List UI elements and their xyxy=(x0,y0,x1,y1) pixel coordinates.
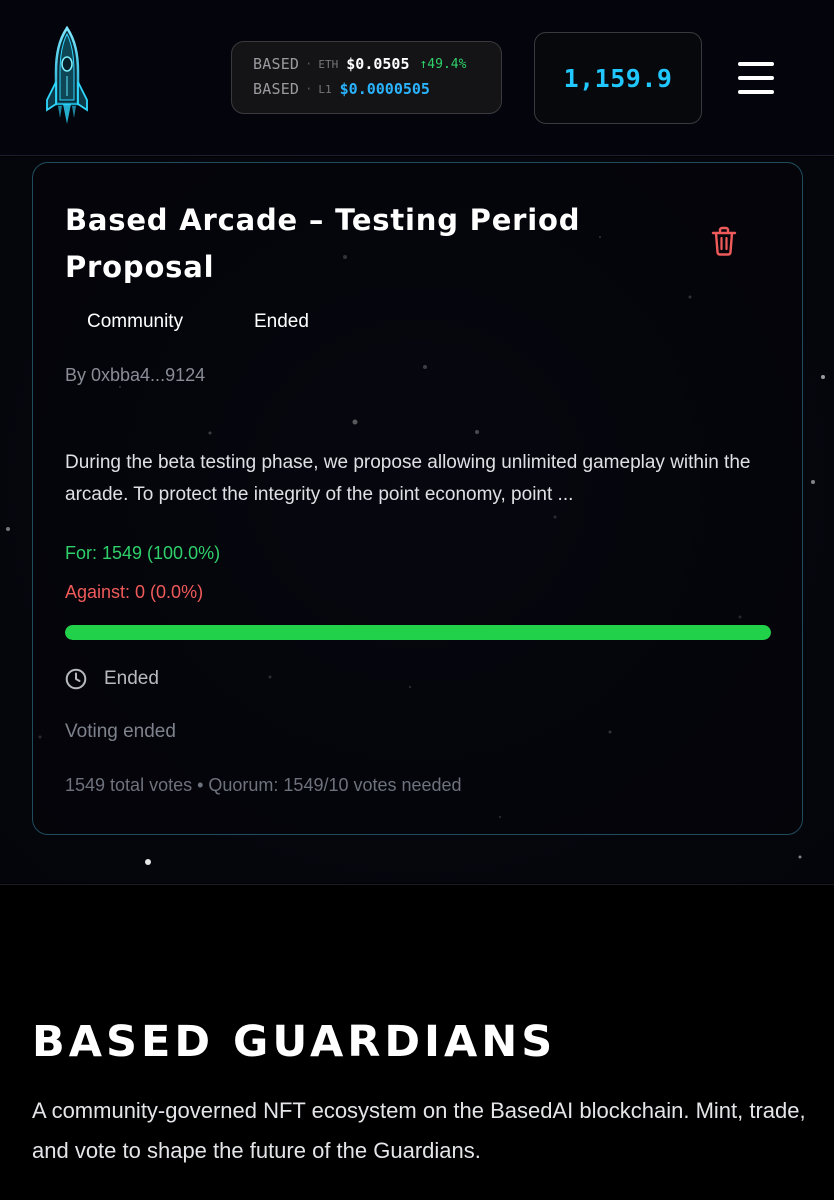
proposal-description: During the beta testing phase, we propos… xyxy=(65,452,751,505)
ticker-token: BASED xyxy=(253,80,300,98)
ticker-row-l1: BASED · L1 $0.0000505 xyxy=(253,78,430,100)
rocket-icon[interactable] xyxy=(44,25,90,126)
top-header: BASED · ETH $0.0505 ↑49.4% BASED · L1 $0… xyxy=(0,0,834,156)
ticker-chain: L1 xyxy=(318,82,332,96)
hamburger-menu-icon[interactable] xyxy=(736,58,776,98)
tag-category: Community xyxy=(87,311,184,332)
status-text: Ended xyxy=(104,668,159,689)
ticker-token: BASED xyxy=(253,55,300,73)
vote-totals: 1549 total votes • Quorum: 1549/10 votes… xyxy=(65,775,462,795)
ticker-row-eth: BASED · ETH $0.0505 ↑49.4% xyxy=(253,53,466,75)
ticker-chain: ETH xyxy=(318,57,339,71)
votes-against: Against: 0 (0.0%) xyxy=(65,582,204,602)
points-balance[interactable]: 1,159.9 xyxy=(534,32,702,124)
ticker-separator: · xyxy=(305,82,313,96)
price-ticker[interactable]: BASED · ETH $0.0505 ↑49.4% BASED · L1 $0… xyxy=(231,41,502,114)
ticker-price: $0.0505 xyxy=(346,55,410,73)
clock-icon xyxy=(65,668,87,690)
footer-section: BASED GUARDIANS A community-governed NFT… xyxy=(0,884,834,1200)
footer-description: A community-governed NFT ecosystem on th… xyxy=(32,1098,806,1163)
status-row: Ended xyxy=(65,668,159,690)
ticker-separator: · xyxy=(305,57,313,71)
ticker-change: ↑49.4% xyxy=(419,56,467,72)
proposal-card[interactable]: Based Arcade – Testing Period Proposal C… xyxy=(32,162,803,835)
proposal-author: By 0xbba4...9124 xyxy=(65,365,206,385)
ticker-price: $0.0000505 xyxy=(339,80,430,98)
votes-for: For: 1549 (100.0%) xyxy=(65,543,221,563)
footer-title: BASED GUARDIANS xyxy=(32,1017,557,1067)
vote-progress-bar xyxy=(65,625,771,640)
tag-status: Ended xyxy=(254,311,309,332)
proposal-title[interactable]: Based Arcade – Testing Period Proposal xyxy=(65,197,675,291)
voting-status: Voting ended xyxy=(65,721,176,742)
trash-icon[interactable] xyxy=(709,225,739,257)
vote-progress-fill xyxy=(65,625,771,640)
